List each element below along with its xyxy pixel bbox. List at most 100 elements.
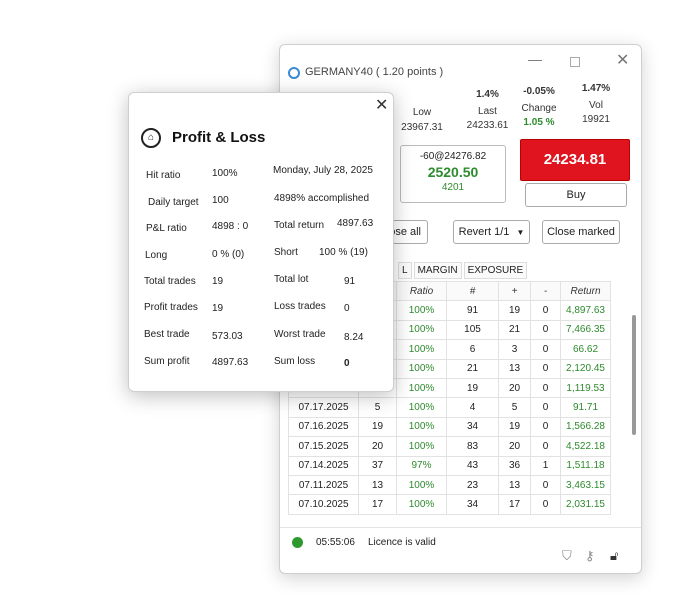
tab-margin[interactable]: MARGIN xyxy=(413,262,462,279)
table-cell: 20 xyxy=(498,377,531,399)
total-return-value: 4897.63 xyxy=(337,218,374,229)
col-return[interactable]: Return xyxy=(560,280,611,302)
loss-trades-value: 0 xyxy=(344,303,350,314)
position-points: 4201 xyxy=(441,182,465,193)
table-cell: 21 xyxy=(446,358,499,379)
minimize-button[interactable]: — xyxy=(528,51,542,67)
table-cell: 100% xyxy=(396,416,447,438)
col-ratio[interactable]: Ratio xyxy=(396,280,447,302)
table-cell: 20 xyxy=(358,436,397,457)
globe-icon xyxy=(292,537,303,548)
total-return-label: Total return xyxy=(274,220,325,231)
table-cell: 21 xyxy=(498,319,531,341)
table-cell: 13 xyxy=(358,474,397,496)
last-value: 24233.61 xyxy=(466,120,509,131)
table-row[interactable]: 07.16.2025 19 100% 34 19 0 1,566.28 xyxy=(288,416,611,438)
table-row[interactable]: 07.11.2025 13 100% 23 13 0 3,463.15 xyxy=(288,474,611,496)
shield-icon[interactable]: ⛉ xyxy=(562,548,572,564)
table-cell: 1,119.53 xyxy=(560,377,611,399)
table-cell: 20 xyxy=(498,436,531,457)
revert-dropdown[interactable]: Revert 1/1 ▼ xyxy=(453,220,530,244)
buy-button[interactable]: Buy xyxy=(525,183,627,207)
table-cell: 1,511.18 xyxy=(560,455,611,476)
table-cell: 100% xyxy=(396,494,447,515)
table-cell: 19 xyxy=(358,416,397,438)
table-cell: 5 xyxy=(358,397,397,418)
table-cell: 07.15.2025 xyxy=(288,436,359,457)
table-cell: 7,466.35 xyxy=(560,319,611,341)
short-value: 100 % (19) xyxy=(319,247,368,258)
table-row[interactable]: 07.14.2025 37 97% 43 36 1 1,511.18 xyxy=(288,455,611,476)
maximize-button[interactable] xyxy=(570,57,580,67)
col-minus[interactable]: - xyxy=(530,280,561,302)
table-cell: 19 xyxy=(498,416,531,438)
change-value: 1.05 % xyxy=(523,117,555,128)
col-plus[interactable]: + xyxy=(498,280,531,302)
sum-loss-value: 0 xyxy=(344,358,350,369)
table-row[interactable]: 07.17.2025 5 100% 4 5 0 91.71 xyxy=(288,397,611,418)
daily-target-value: 100 xyxy=(212,195,229,206)
table-cell: 100% xyxy=(396,474,447,496)
revert-label: Revert 1/1 xyxy=(458,226,510,238)
table-cell: 100% xyxy=(396,397,447,418)
table-cell: 105 xyxy=(446,319,499,341)
change-top: -0.05% xyxy=(523,86,555,97)
close-icon[interactable]: ✕ xyxy=(616,50,629,70)
position-summary: -60@24276.82 xyxy=(419,151,487,162)
tab-l[interactable]: L xyxy=(398,262,412,279)
key-icon[interactable]: ⚷ xyxy=(585,548,595,564)
change-label: Change xyxy=(521,103,557,114)
title-bar: GERMANY40 ( 1.20 points ) — ✕ xyxy=(280,45,641,79)
table-cell: 07.16.2025 xyxy=(288,416,359,438)
table-cell: 19 xyxy=(446,377,499,399)
close-marked-button[interactable]: Close marked xyxy=(542,220,620,244)
col-number[interactable]: # xyxy=(446,280,499,302)
table-cell: 2,120.45 xyxy=(560,358,611,379)
total-lot-label: Total lot xyxy=(274,274,309,285)
short-label: Short xyxy=(274,247,298,258)
best-trade-value: 573.03 xyxy=(212,331,243,342)
table-cell: 0 xyxy=(530,377,561,399)
ask-price-button[interactable]: 24234.81 xyxy=(520,139,630,181)
table-cell: 3 xyxy=(498,339,531,360)
last-percent: 1.4% xyxy=(476,89,499,100)
long-value: 0 % (0) xyxy=(212,249,245,260)
low-label: Low xyxy=(412,107,432,118)
table-cell: 13 xyxy=(498,358,531,379)
loss-trades-label: Loss trades xyxy=(274,301,326,312)
tab-exposure[interactable]: EXPOSURE xyxy=(463,262,528,279)
table-row[interactable]: 07.15.2025 20 100% 83 20 0 4,522.18 xyxy=(288,436,611,457)
table-cell: 17 xyxy=(498,494,531,515)
profit-trades-label: Profit trades xyxy=(144,302,198,313)
table-scrollbar[interactable] xyxy=(632,315,636,435)
accomplished-text: 4898% accomplished xyxy=(274,193,370,204)
chevron-down-icon: ▼ xyxy=(516,228,525,237)
lock-icon[interactable]: 🔓︎ xyxy=(610,548,618,564)
table-cell: 100% xyxy=(396,300,447,321)
table-cell: 97% xyxy=(396,455,447,476)
worst-trade-value: 8.24 xyxy=(344,332,364,343)
profit-loss-title: Profit & Loss xyxy=(172,129,266,146)
low-value: 23967.31 xyxy=(401,122,443,133)
daily-target-label: Daily target xyxy=(148,197,199,208)
close-icon[interactable]: ✕ xyxy=(375,95,388,115)
position-pnl: 2520.50 xyxy=(427,164,479,180)
total-trades-value: 19 xyxy=(212,276,224,287)
table-cell: 43 xyxy=(446,455,499,476)
sum-profit-label: Sum profit xyxy=(144,356,190,367)
position-box[interactable]: -60@24276.82 2520.50 4201 xyxy=(400,145,506,203)
table-cell: 0 xyxy=(530,474,561,496)
table-cell: 23 xyxy=(446,474,499,496)
table-cell: 13 xyxy=(498,474,531,496)
table-cell: 91 xyxy=(446,300,499,321)
table-cell: 100% xyxy=(396,319,447,341)
table-row[interactable]: 07.10.2025 17 100% 34 17 0 2,031.15 xyxy=(288,494,611,515)
pl-ratio-label: P&L ratio xyxy=(146,223,187,234)
change-stat: -0.05% Change 1.05 % xyxy=(517,86,561,128)
worst-trade-label: Worst trade xyxy=(274,329,326,340)
report-date: Monday, July 28, 2025 xyxy=(273,165,373,176)
table-cell: 34 xyxy=(446,416,499,438)
best-trade-label: Best trade xyxy=(144,329,190,340)
table-cell: 07.10.2025 xyxy=(288,494,359,515)
status-bar: 05:55:06 Licence is valid ⛉ ⚷ 🔓︎ xyxy=(280,527,641,563)
